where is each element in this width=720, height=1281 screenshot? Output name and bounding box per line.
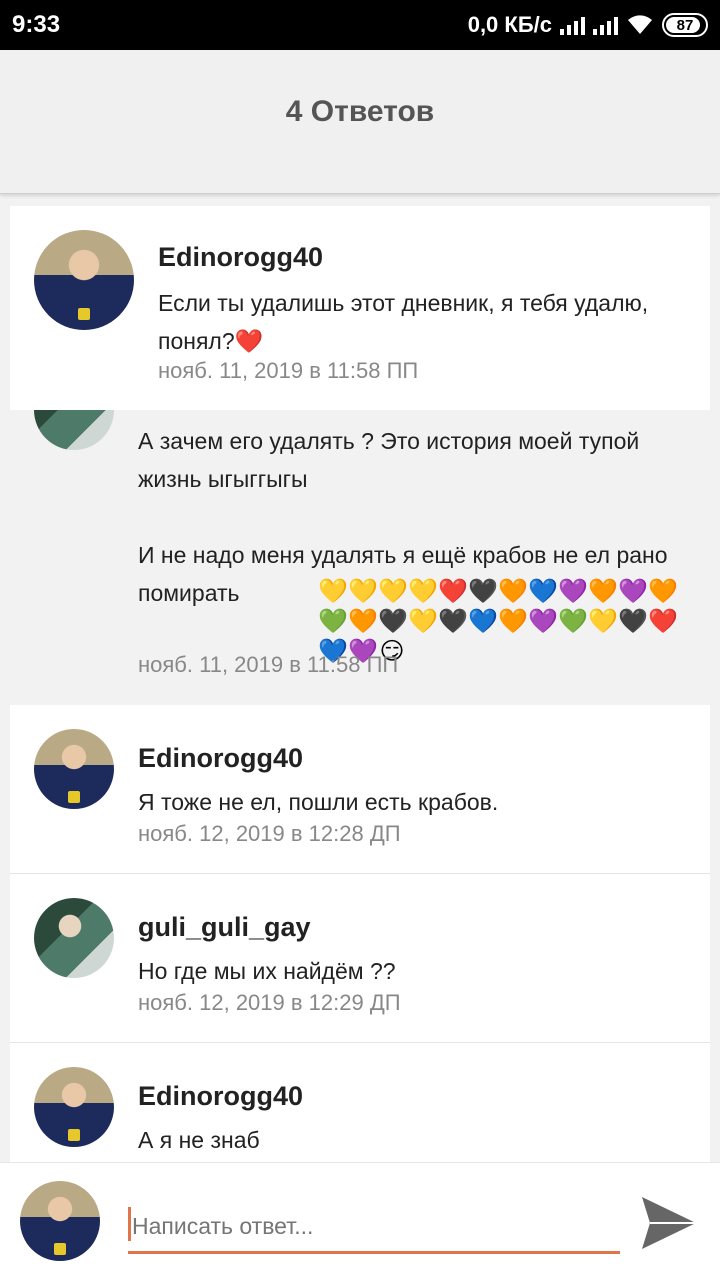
avatar[interactable] bbox=[34, 729, 114, 809]
emoji-4: ❤️ bbox=[438, 578, 468, 605]
emoji-7: 💙 bbox=[528, 578, 558, 605]
comment-text: Я тоже не ел, пошли есть крабов. bbox=[138, 789, 499, 815]
comment-text: Если ты удалишь этот дневник, я тебя уда… bbox=[158, 290, 655, 354]
emoji-19: 💜 bbox=[528, 608, 558, 635]
comment-username[interactable]: Edinorogg40 bbox=[138, 743, 303, 774]
emoji-8: 💜 bbox=[558, 578, 588, 605]
emoji-12: 💚 bbox=[318, 608, 348, 635]
wifi-icon bbox=[628, 15, 652, 34]
emoji-22: 🖤 bbox=[618, 608, 648, 635]
emoji-23: ❤️ bbox=[648, 608, 678, 635]
comment-username[interactable]: Edinorogg40 bbox=[138, 1081, 303, 1112]
comment-text: А я не знаб bbox=[138, 1127, 260, 1153]
emoji-15: 💛 bbox=[408, 608, 438, 635]
emoji-2: 💛 bbox=[378, 578, 408, 605]
emoji-14: 🖤 bbox=[378, 608, 408, 635]
emoji-10: 💜 bbox=[618, 578, 648, 605]
signal-icon-2 bbox=[593, 15, 618, 35]
net-speed: 0,0 КБ/с bbox=[467, 12, 552, 37]
status-icons: 0,0 КБ/с 87 bbox=[468, 10, 708, 40]
my-avatar bbox=[20, 1181, 100, 1261]
emoji-9: 🧡 bbox=[588, 578, 618, 605]
comment-time: нояб. 11, 2019 в 11:58 ПП bbox=[158, 358, 419, 383]
emoji-16: 🖤 bbox=[438, 608, 468, 635]
comment-card[interactable]: Edinorogg40 А я не знаб bbox=[10, 1043, 710, 1162]
page-title: 4 Ответов bbox=[285, 94, 435, 128]
emoji-17: 💙 bbox=[468, 608, 498, 635]
text-caret bbox=[128, 1207, 131, 1241]
emoji-1: 💛 bbox=[348, 578, 378, 605]
emoji-6: 🧡 bbox=[498, 578, 528, 605]
comment-time: нояб. 11, 2019 в 11:58 ПП bbox=[138, 652, 399, 677]
avatar[interactable] bbox=[34, 1067, 114, 1147]
comment-card[interactable]: guli_guli_gay Но где мы их найдём ?? ноя… bbox=[10, 874, 710, 1042]
emoji-21: 💛 bbox=[588, 608, 618, 635]
comment-time: нояб. 12, 2019 в 12:28 ДП bbox=[138, 821, 401, 846]
reply-input[interactable] bbox=[128, 1201, 620, 1254]
page-header: 4 Ответов bbox=[0, 50, 720, 194]
signal-icon bbox=[560, 15, 585, 35]
emoji-20: 💚 bbox=[558, 608, 588, 635]
comment-text: Но где мы их найдём ?? bbox=[138, 958, 396, 984]
status-bar: 9:33 0,0 КБ/с 87 bbox=[0, 0, 720, 50]
battery-level: 87 bbox=[676, 16, 694, 34]
emoji-18: 🧡 bbox=[498, 608, 528, 635]
comment-username[interactable]: Edinorogg40 bbox=[158, 242, 323, 273]
avatar[interactable] bbox=[34, 230, 134, 330]
comment-time: нояб. 12, 2019 в 12:29 ДП bbox=[138, 990, 401, 1015]
avatar[interactable] bbox=[34, 898, 114, 978]
emoji-3: 💛 bbox=[408, 578, 438, 605]
comment-username[interactable]: guli_guli_gay bbox=[138, 912, 311, 943]
emoji-11: 🧡 bbox=[648, 578, 678, 605]
comment-card[interactable]: Edinorogg40 Если ты удалишь этот дневник… bbox=[10, 206, 710, 410]
emoji-13: 🧡 bbox=[348, 608, 378, 635]
reply-bar bbox=[0, 1162, 720, 1281]
clock: 9:33 bbox=[12, 11, 61, 38]
comment-card[interactable]: Edinorogg40 Я тоже не ел, пошли есть кра… bbox=[10, 705, 710, 873]
emoji-5: 🖤 bbox=[468, 578, 498, 605]
comment-card[interactable]: А зачем его удалять ? Это история моей т… bbox=[0, 410, 720, 705]
send-icon[interactable] bbox=[640, 1195, 698, 1251]
battery-icon: 87 bbox=[662, 13, 708, 37]
emoji-0: 💛 bbox=[318, 578, 348, 605]
